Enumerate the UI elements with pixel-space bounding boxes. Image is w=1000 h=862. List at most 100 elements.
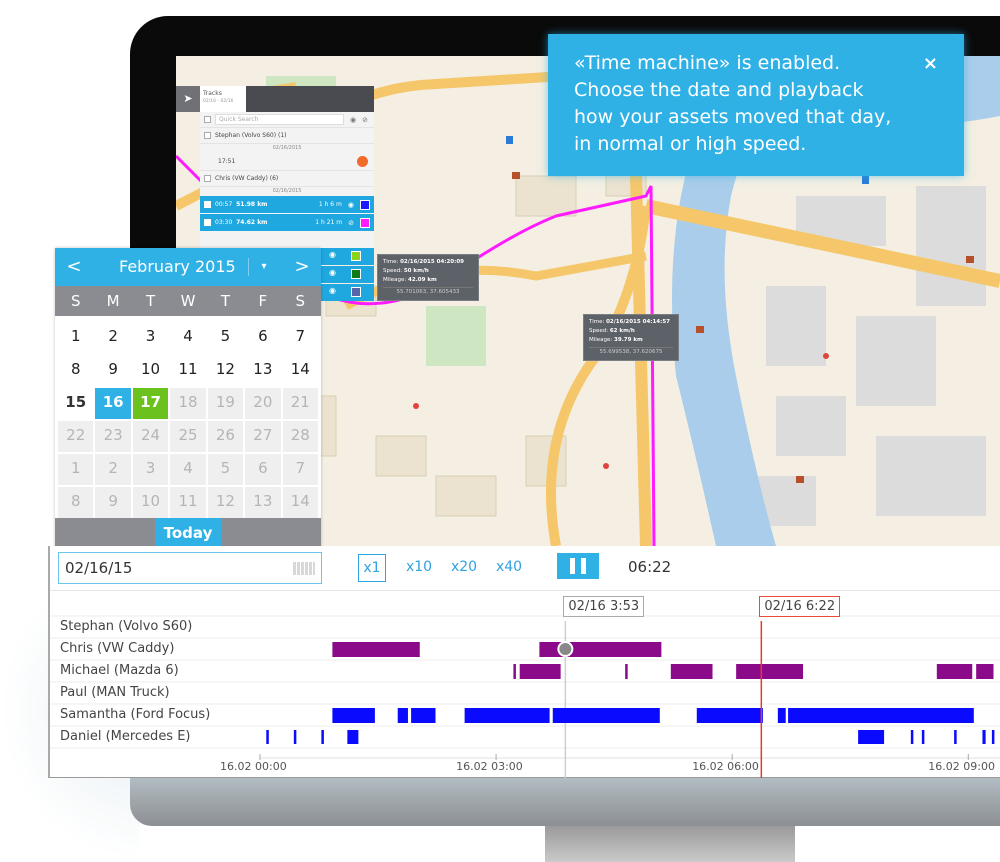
unit-row-label: Michael (Mazda 6) [60, 663, 179, 678]
timeline-segment [293, 730, 297, 744]
select-all-checkbox[interactable] [204, 116, 211, 123]
unit-row[interactable]: Chris (VW Caddy) (6) [200, 171, 374, 187]
navigation-arrow-icon[interactable]: ➤ [176, 86, 200, 112]
timeline-segment [347, 730, 359, 744]
calendar-day[interactable]: 13 [245, 355, 280, 386]
track-color-swatch[interactable] [351, 287, 361, 297]
popup-speed-label: Speed [589, 328, 607, 334]
weekday-label: S [295, 292, 306, 310]
current-time-label: 02/16 6:22 [759, 596, 841, 617]
calendar-day[interactable]: 8 [58, 355, 93, 386]
eye-off-icon[interactable]: ⊘ [362, 116, 368, 124]
note-row: 17:51 [200, 153, 374, 171]
hover-time-label: 02/16 3:53 [563, 596, 645, 617]
eye-off-icon[interactable]: ⊘ [348, 219, 354, 227]
search-row: Quick Search ◉ ⊘ [200, 112, 374, 128]
calendar-day: 10 [132, 487, 169, 518]
track-color-swatch[interactable] [360, 199, 370, 210]
popup-coords: 55.701063, 37.605433 [383, 287, 473, 297]
unit-checkbox[interactable] [204, 175, 211, 182]
track-time: 00:57 [215, 201, 233, 208]
eye-icon[interactable]: ◉ [329, 286, 336, 295]
calendar-day: 22 [58, 421, 94, 452]
timeline-segment [552, 708, 660, 723]
tracks-list: Quick Search ◉ ⊘ Stephan (Volvo S60) (1)… [200, 112, 374, 256]
calendar-day[interactable]: 1 [58, 322, 93, 353]
popup-mileage: 42.09 km [408, 277, 437, 283]
calendar-day: 7 [282, 454, 318, 485]
track-row[interactable]: ◉ [321, 248, 374, 265]
popup-time-label: Time [589, 319, 603, 325]
eye-icon[interactable]: ◉ [348, 201, 354, 209]
tracks-panel: ➤ Tracks 02/16 - 02/16 Quick Search ◉ ⊘ … [176, 86, 374, 256]
track-checkbox[interactable] [204, 201, 211, 208]
track-color-swatch[interactable] [351, 251, 361, 261]
track-distance: 74.62 km [236, 219, 268, 226]
date-separator: 02/16/2015 [272, 145, 302, 151]
unit-row[interactable]: Stephan (Volvo S60) (1) [200, 128, 374, 144]
quick-search-input[interactable]: Quick Search [215, 114, 345, 125]
divider [248, 258, 249, 276]
unit-checkbox[interactable] [204, 132, 211, 139]
timeline-segment [397, 708, 408, 723]
calendar-day[interactable]: 10 [133, 355, 168, 386]
timeline-segment [464, 708, 550, 723]
calendar-day-today[interactable]: 17 [132, 388, 169, 419]
track-color-swatch[interactable] [360, 217, 370, 228]
screen: Time: 02/16/2015 04:20:09 Speed: 50 km/h… [0, 0, 1000, 862]
chevron-down-icon[interactable]: ▾ [253, 248, 275, 286]
calendar-day: 26 [207, 421, 244, 452]
popup-mileage-label: Mileage [589, 337, 611, 343]
calendar-day: 25 [170, 421, 206, 452]
calendar-day: 24 [132, 421, 169, 452]
tab-tracks-label: Tracks [203, 90, 222, 97]
eye-icon[interactable]: ◉ [350, 116, 356, 124]
calendar-month-title[interactable]: February 2015 [119, 248, 236, 286]
calendar-day[interactable]: 15 [58, 388, 93, 419]
timeline-segment [736, 664, 804, 679]
timeline-chart[interactable] [50, 546, 1000, 778]
close-icon[interactable]: × [923, 50, 938, 77]
today-button[interactable]: Today [155, 518, 221, 548]
calendar-day: 12 [207, 487, 244, 518]
calendar-day[interactable]: 2 [95, 322, 130, 353]
calendar-day[interactable]: 9 [95, 355, 130, 386]
timeline-segment [519, 664, 561, 679]
calendar-day[interactable]: 7 [283, 322, 318, 353]
notice-line: in normal or high speed. [574, 133, 807, 155]
track-row[interactable]: ◉ [321, 284, 374, 301]
track-duration: 1 h 6 m [318, 201, 342, 208]
date-separator: 02/16/2015 [272, 188, 302, 194]
calendar-day[interactable]: 5 [208, 322, 243, 353]
track-row[interactable]: 03:30 74.62 km 1 h 21 m ⊘ [200, 214, 374, 231]
track-row[interactable]: ◉ [321, 266, 374, 283]
chevron-left-icon[interactable]: < [59, 248, 89, 286]
timeline-segment [411, 708, 436, 723]
calendar-day: 28 [282, 421, 318, 452]
popup-time-label: Time [383, 259, 397, 265]
eye-icon[interactable]: ◉ [329, 250, 336, 259]
timeline-segment [788, 708, 974, 723]
track-checkbox[interactable] [204, 219, 211, 226]
calendar-day[interactable]: 4 [170, 322, 205, 353]
tab-tracks[interactable]: Tracks 02/16 - 02/16 [200, 86, 246, 112]
timeline-segment [625, 664, 628, 679]
calendar-day[interactable]: 3 [133, 322, 168, 353]
note-text: 17:51 [218, 158, 236, 165]
calendar-day[interactable]: 14 [283, 355, 318, 386]
calendar-day-selected[interactable]: 16 [95, 388, 131, 419]
calendar-day[interactable]: 12 [208, 355, 243, 386]
calendar-day: 2 [95, 454, 131, 485]
popup-mileage: 39.79 km [614, 337, 643, 343]
axis-tick-label: 16.02 06:00 [692, 760, 759, 773]
calendar-day[interactable]: 6 [245, 322, 280, 353]
track-row[interactable]: 00:57 51.98 km 1 h 6 m ◉ [200, 196, 374, 213]
weekday-label: T [220, 292, 230, 310]
marker-pin-icon[interactable] [357, 156, 368, 167]
calendar-day: 11 [170, 487, 206, 518]
track-color-swatch[interactable] [351, 269, 361, 279]
monitor-chin [130, 770, 1000, 826]
eye-icon[interactable]: ◉ [329, 268, 336, 277]
calendar-day[interactable]: 11 [170, 355, 205, 386]
chevron-right-icon[interactable]: > [287, 248, 317, 286]
